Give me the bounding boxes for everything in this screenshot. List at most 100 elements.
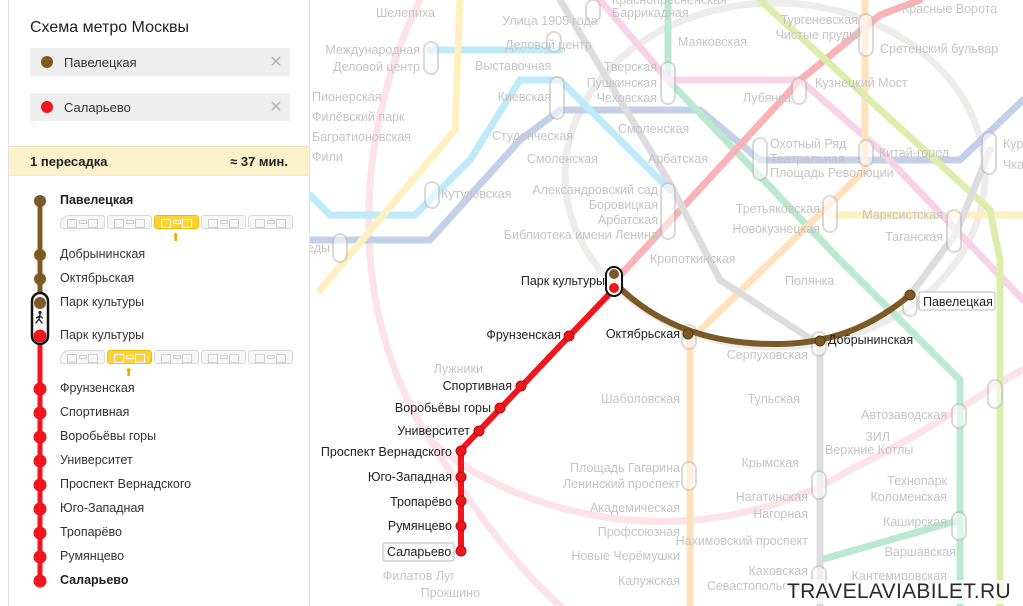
map-station-label[interactable]: Новокузнецкая xyxy=(733,222,821,236)
route-station-item[interactable]: Фрунзенская xyxy=(60,381,135,395)
route-station-item[interactable]: Павелецкая xyxy=(60,193,133,207)
map-station-label[interactable]: Багратионовская xyxy=(312,130,411,144)
from-station-value[interactable]: Павелецкая xyxy=(64,55,262,70)
map-station-label[interactable]: Автозаводская xyxy=(861,408,947,422)
map-station-label[interactable]: Сретенский бульвар xyxy=(880,42,998,56)
map-label-salaryevo[interactable]: Саларьево xyxy=(387,545,451,559)
map-station-label[interactable]: Смоленская xyxy=(618,122,689,136)
map-station-label[interactable]: Деловой центр xyxy=(505,38,592,52)
route-station-item[interactable]: Университет xyxy=(60,453,133,467)
map-station-label[interactable]: Полянка xyxy=(785,274,834,288)
map-label-paveletskaya[interactable]: Павелецкая xyxy=(923,295,993,309)
map-station-label[interactable]: Кузнецкий Мост xyxy=(815,76,908,90)
map-route-station-label[interactable]: Добрынинская xyxy=(828,333,913,347)
route-station-item[interactable]: Проспект Вернадского xyxy=(60,477,191,491)
map-station-label[interactable]: Технопарк xyxy=(887,474,947,488)
route-station-dot[interactable] xyxy=(455,471,467,483)
map-station-label[interactable]: Шаболовская xyxy=(601,392,680,406)
map-station-label[interactable]: Площадь Революции xyxy=(770,166,894,180)
map-station-label[interactable]: Библиотека имени Ленина xyxy=(504,228,658,242)
route-station-dot[interactable] xyxy=(494,402,506,414)
map-station-label[interactable]: Китай-город xyxy=(879,146,950,160)
route-station-dot[interactable] xyxy=(515,380,527,392)
map-station-label[interactable]: Площадь Гагарина xyxy=(570,461,680,475)
map-station-label[interactable]: Академическая xyxy=(590,501,680,515)
map-station-label[interactable]: Лужники xyxy=(434,362,483,376)
map-station-label[interactable]: Марксистская xyxy=(862,208,943,222)
route-station-dot[interactable] xyxy=(455,445,467,457)
map-station-label[interactable]: Пионерская xyxy=(312,90,381,104)
map-station-label[interactable]: Калужская xyxy=(618,574,680,588)
map-station-label[interactable]: Серпуховская xyxy=(727,348,808,362)
from-station-field[interactable]: Павелецкая ✕ xyxy=(30,48,290,76)
route-station-dot[interactable] xyxy=(563,330,575,342)
route-station-item[interactable]: Парк культуры xyxy=(60,328,144,342)
close-icon[interactable]: ✕ xyxy=(262,48,290,76)
map-station-label[interactable]: Филатов Луг xyxy=(383,569,456,583)
map-station-label[interactable]: Нагатинская xyxy=(736,490,808,504)
map-station-label[interactable]: Ленинский проспект xyxy=(563,477,680,491)
map-station-label[interactable]: Смоленская xyxy=(527,152,598,166)
route-station-dot[interactable] xyxy=(814,335,826,347)
map-station-label[interactable]: Деловой центр xyxy=(333,60,420,74)
map-station-label[interactable]: Тульская xyxy=(748,392,800,406)
map-station-label[interactable]: Боровицкая xyxy=(589,198,658,212)
map-station-label[interactable]: Таганская xyxy=(885,230,943,244)
map-station-label[interactable]: Лубянка xyxy=(743,91,791,105)
map-station-label[interactable]: Охотный Ряд xyxy=(770,137,847,151)
map-station-label[interactable]: Нахимовский проспект xyxy=(676,534,809,548)
map-station-label[interactable]: Коломенская xyxy=(870,490,947,504)
map-route-station-label[interactable]: Румянцево xyxy=(388,519,452,533)
route-station-item[interactable]: Саларьево xyxy=(60,573,128,587)
map-station-label[interactable]: Новые Черёмушки xyxy=(571,549,680,563)
route-station-item[interactable]: Воробьёвы горы xyxy=(60,429,156,443)
map-station-label[interactable]: Крымская xyxy=(741,456,799,470)
route-station-item[interactable]: Добрынинская xyxy=(60,247,145,261)
map-route-station-label[interactable]: Проспект Вернадского xyxy=(321,445,452,459)
map-station-label[interactable]: Маяковская xyxy=(678,35,747,49)
map-station-label[interactable]: Красные Ворота xyxy=(902,2,997,16)
map-route-station-label[interactable]: Университет xyxy=(397,424,470,438)
map-station-label[interactable]: Выставочная xyxy=(475,59,551,73)
route-station-item[interactable]: Спортивная xyxy=(60,405,129,419)
map-station-label[interactable]: Чистые пруды xyxy=(776,28,858,42)
map-station-label[interactable]: Варшавская xyxy=(885,545,956,559)
map-station-label[interactable]: Киевская xyxy=(498,90,551,104)
map-station-label[interactable]: Улица 1905 года xyxy=(502,14,598,28)
map-station-label[interactable]: Каширская xyxy=(883,515,947,529)
route-station-item[interactable]: Румянцево xyxy=(60,549,124,563)
map-station-label[interactable]: Филёвский парк xyxy=(312,110,405,124)
map-station-label[interactable]: Каховская xyxy=(748,564,808,578)
map-station-label[interactable]: Фили xyxy=(312,150,343,164)
map-station-label[interactable]: ЗИЛ xyxy=(865,430,890,444)
map-route-station-label[interactable]: Воробьёвы горы xyxy=(395,401,491,415)
map-station-label[interactable]: Прокшино xyxy=(421,586,480,600)
map-station-label[interactable]: Пушкинская xyxy=(587,76,657,90)
map-station-label[interactable]: Арбатская xyxy=(648,152,708,166)
map-route-station-label[interactable]: Парк культуры xyxy=(521,274,605,288)
to-station-field[interactable]: Саларьево ✕ xyxy=(30,93,290,121)
route-station-dot[interactable] xyxy=(455,545,467,557)
map-station-label[interactable]: Чеховская xyxy=(597,91,657,105)
route-station-dot[interactable] xyxy=(682,328,694,340)
map-route-station-label[interactable]: Тропарёво xyxy=(390,495,452,509)
route-station-item[interactable]: Октябрьская xyxy=(60,271,134,285)
map-route-station-label[interactable]: Юго-Западная xyxy=(368,470,452,484)
map-station-label[interactable]: Профсоюзная xyxy=(598,525,680,539)
route-station-dot[interactable] xyxy=(473,425,485,437)
map-station-label[interactable]: Курская xyxy=(1003,137,1023,151)
route-station-dot[interactable] xyxy=(455,520,467,532)
route-station-dot[interactable] xyxy=(904,289,916,301)
map-station-label[interactable]: Шелепиха xyxy=(376,6,435,20)
map-station-label[interactable]: Студенческая xyxy=(492,129,573,143)
map-station-label[interactable]: Верхние Котлы xyxy=(825,443,913,457)
route-station-item[interactable]: Тропарёво xyxy=(60,525,122,539)
route-station-item[interactable]: Парк культуры xyxy=(60,295,144,309)
map-route-station-label[interactable]: Фрунзенская xyxy=(486,328,561,342)
close-icon[interactable]: ✕ xyxy=(262,93,290,121)
map-station-label[interactable]: Третьяковская xyxy=(736,202,820,216)
map-route-station-label[interactable]: Спортивная xyxy=(443,379,512,393)
map-station-label[interactable]: Международная xyxy=(325,43,420,57)
map-station-label[interactable]: Тургеневская xyxy=(781,13,858,27)
to-station-value[interactable]: Саларьево xyxy=(64,100,262,115)
